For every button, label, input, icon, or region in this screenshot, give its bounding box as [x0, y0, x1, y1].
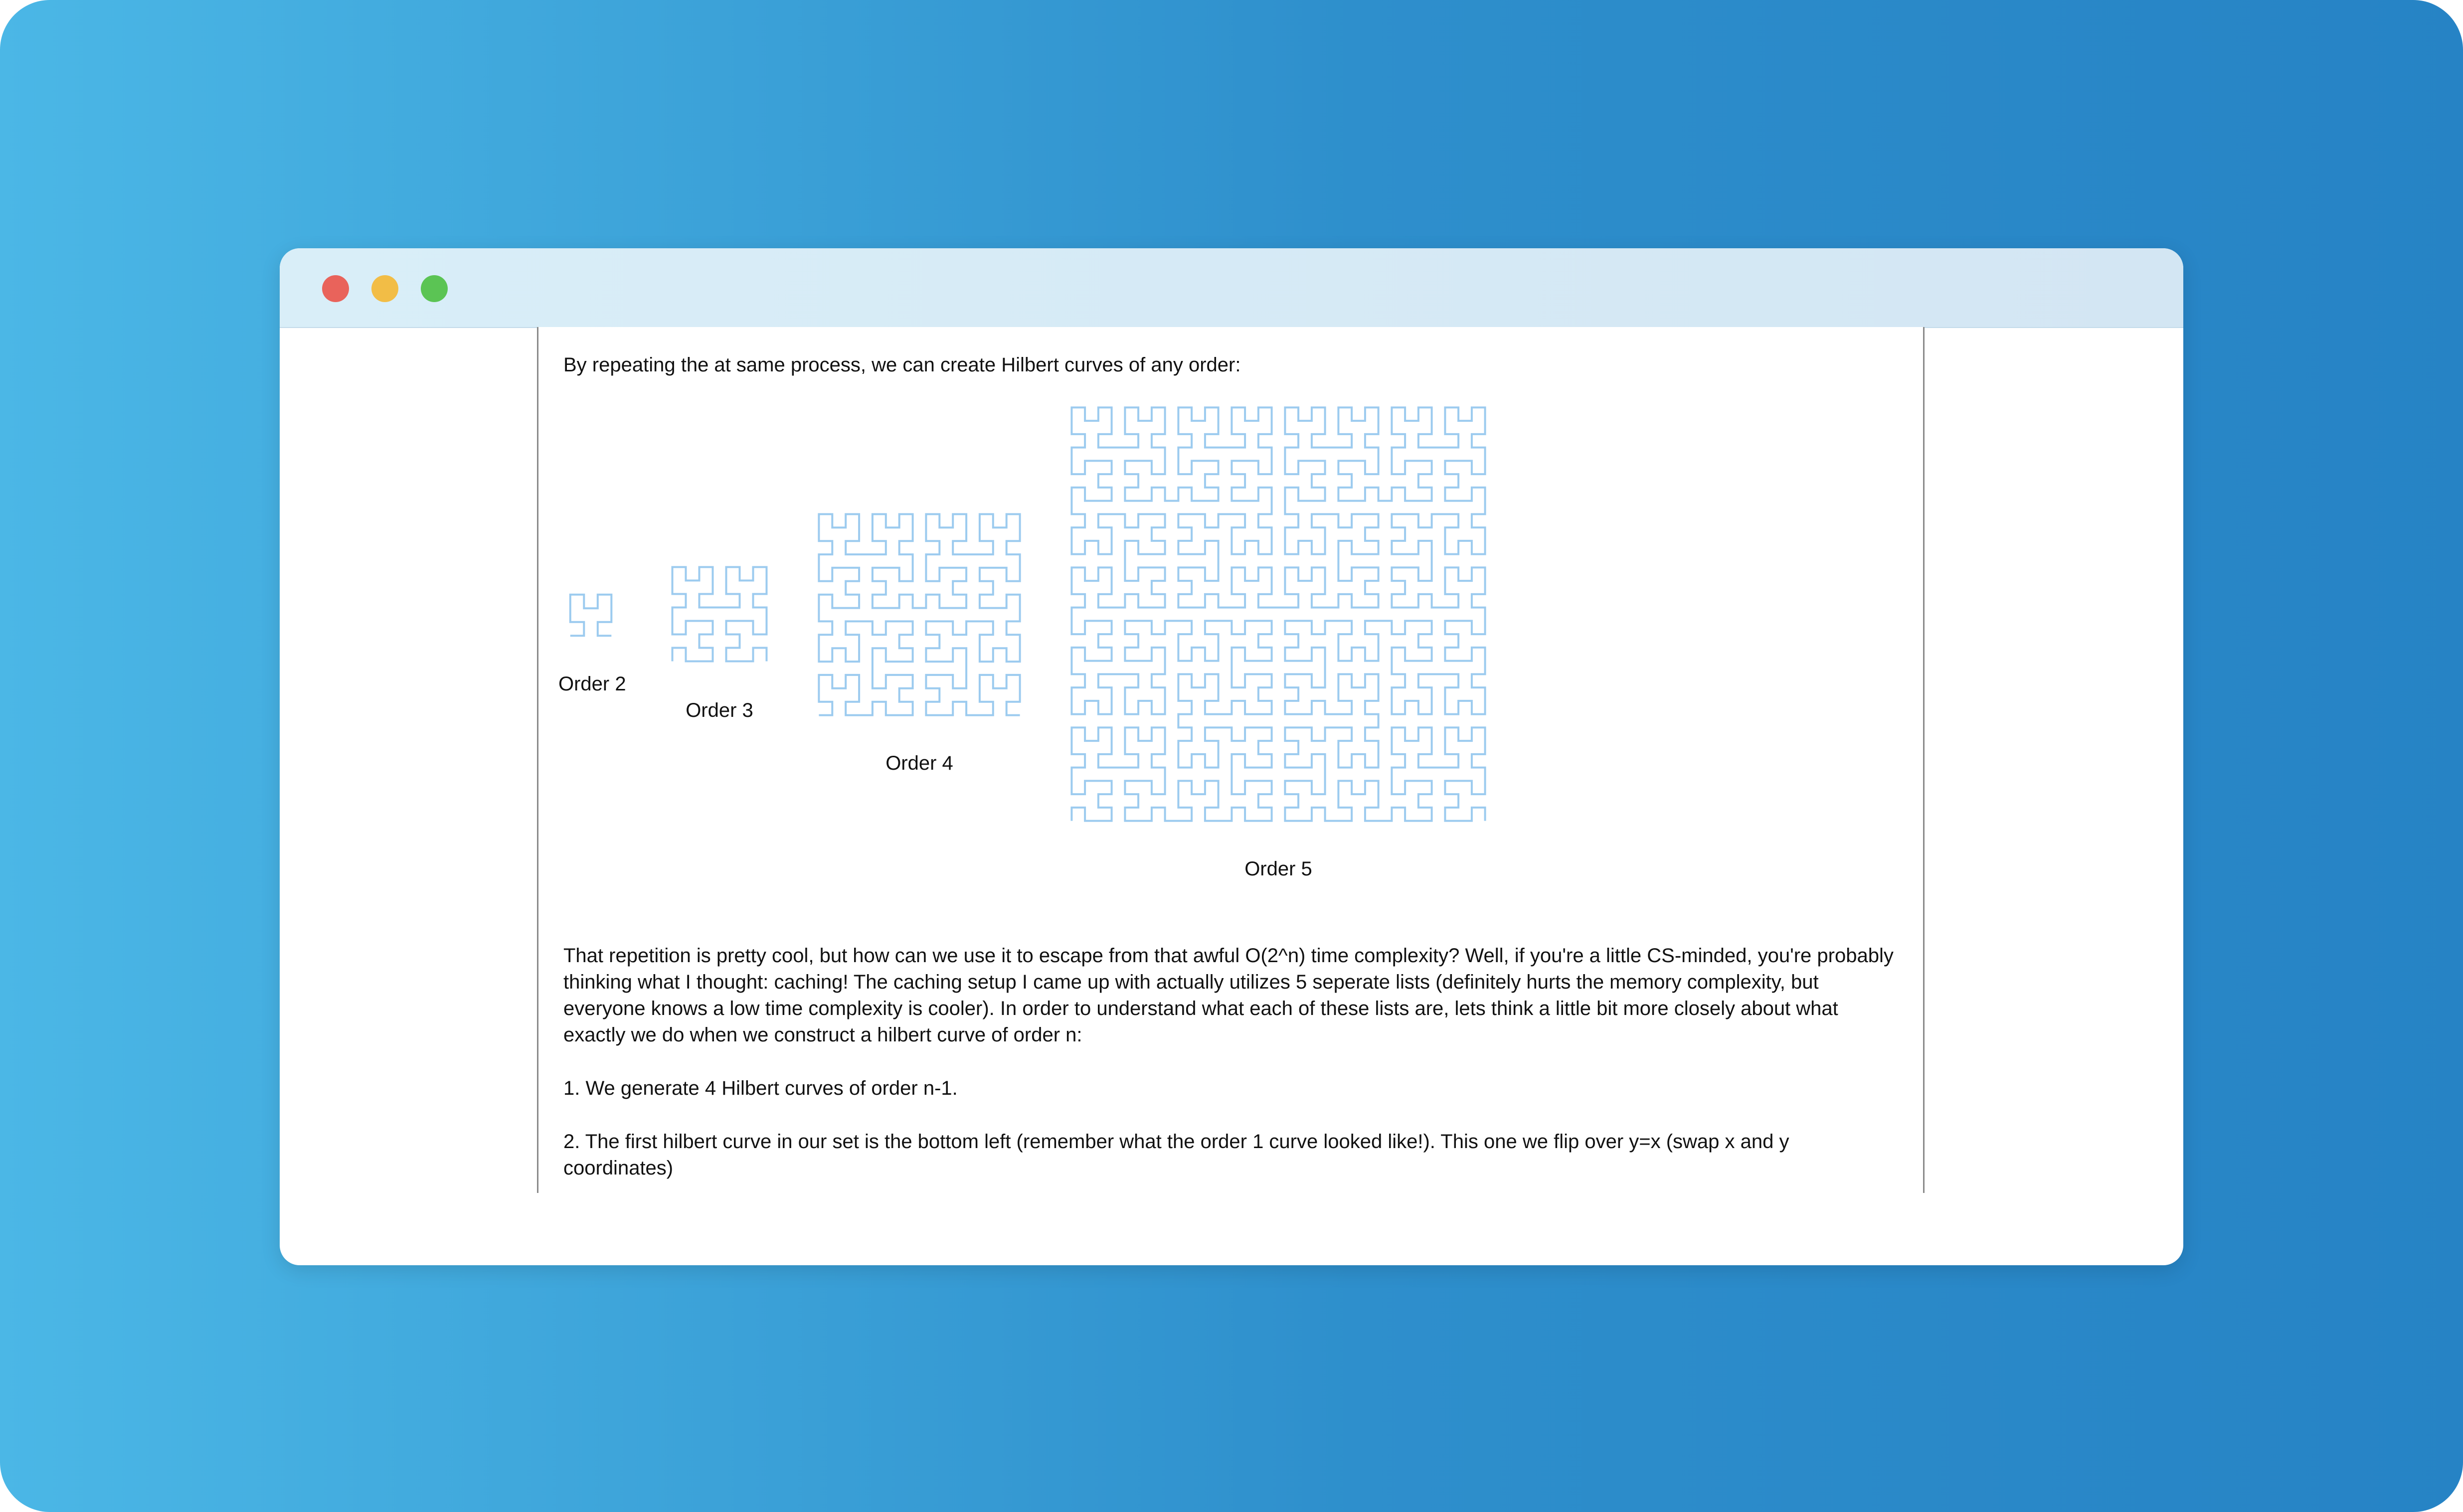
intro-text: By repeating the at same process, we can… [563, 354, 1241, 376]
caption-order-2: Order 2 [558, 673, 626, 695]
hilbert-curve-path [671, 566, 768, 663]
article-content: By repeating the at same process, we can… [537, 327, 1925, 1193]
caption-order-3: Order 3 [686, 699, 753, 721]
minimize-window-button[interactable] [371, 275, 398, 302]
hilbert-curve-order-3 [666, 560, 773, 668]
explanation-paragraph: That repetition is pretty cool, but how … [563, 945, 1894, 1046]
hilbert-curve-order-2 [563, 588, 618, 643]
hilbert-curve-order-5 [1065, 401, 1492, 828]
maximize-window-button[interactable] [421, 275, 448, 302]
caption-order-5: Order 5 [1244, 858, 1312, 880]
step-2-text: 2. The first hilbert curve in our set is… [563, 1131, 1789, 1179]
hilbert-curve-path [818, 513, 1021, 716]
window-titlebar [280, 248, 2183, 328]
desktop-background: By repeating the at same process, we can… [0, 0, 2463, 1512]
hilbert-curve-path [1070, 406, 1486, 822]
caption-order-4: Order 4 [885, 752, 953, 774]
step-1-text: 1. We generate 4 Hilbert curves of order… [563, 1077, 958, 1099]
close-window-button[interactable] [322, 275, 349, 302]
browser-window: By repeating the at same process, we can… [280, 248, 2183, 1265]
hilbert-curve-path [569, 593, 613, 637]
hilbert-curve-order-4 [812, 507, 1027, 722]
